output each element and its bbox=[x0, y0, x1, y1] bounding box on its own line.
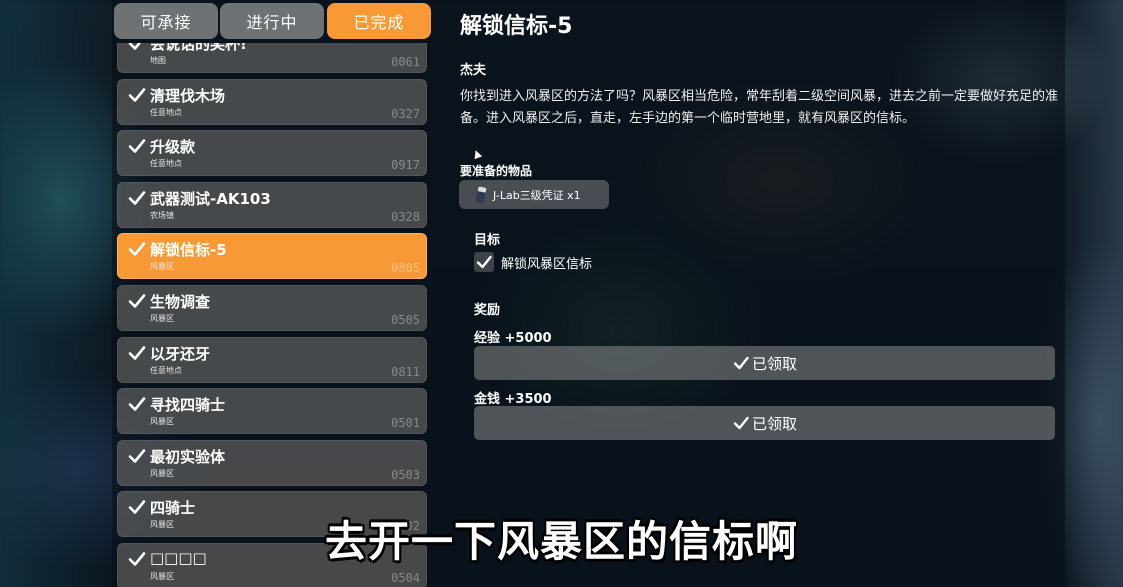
quest-location: 风暴区 bbox=[150, 468, 174, 478]
quest-number: 0505 bbox=[391, 313, 420, 327]
quest-name: 生物调查 bbox=[150, 293, 211, 311]
quest-list-item[interactable]: 会说话的奖杯! 地图 0061 bbox=[117, 43, 427, 73]
quest-list-item[interactable]: 以牙还牙任意地点 0811 bbox=[117, 336, 427, 383]
required-items-label: 要准备的物品 bbox=[460, 164, 533, 178]
quest-number: 0805 bbox=[391, 261, 420, 276]
required-item[interactable]: J-Lab三级凭证 x1 bbox=[459, 180, 609, 209]
quest-number: 0811 bbox=[391, 364, 420, 379]
quest-location: 任意地点 bbox=[150, 107, 182, 117]
quest-title: 解锁信标-5 bbox=[460, 14, 573, 39]
quest-description: 你找到进入风暴区的方法了吗？风暴区相当危险，常年刮着二级空间风暴，进去之前一定要… bbox=[460, 89, 1059, 126]
quest-list-item[interactable]: 最初实验体风暴区 0503 bbox=[117, 439, 427, 486]
claim-exp-button[interactable]: 已领取 bbox=[474, 346, 1055, 380]
quest-location: 任意地点 bbox=[150, 159, 182, 169]
quest-location: 地图 bbox=[150, 56, 166, 65]
tab-completed[interactable]: 已完成 bbox=[327, 3, 431, 39]
check-icon bbox=[128, 242, 146, 257]
check-icon bbox=[128, 345, 146, 360]
objective-text: 解锁风暴区信标 bbox=[501, 256, 593, 272]
quest-location: 风暴区 bbox=[150, 572, 174, 581]
quest-list-item[interactable]: 升级款任意地点 0917 bbox=[117, 130, 427, 177]
objective: 解锁风暴区信标 bbox=[474, 252, 592, 272]
quest-number: 0061 bbox=[391, 55, 420, 69]
quest-name: 清理伐木场 bbox=[150, 86, 226, 105]
claim-money-label: 已领取 bbox=[751, 414, 797, 433]
quest-name: 升级款 bbox=[150, 138, 196, 157]
quest-name: 武器测试-AK103 bbox=[150, 189, 271, 208]
quest-location: 风暴区 bbox=[150, 262, 174, 272]
quest-number: 0501 bbox=[391, 416, 420, 431]
check-icon bbox=[128, 190, 146, 205]
reward-money: 金钱 +3500 bbox=[474, 392, 552, 407]
check-icon bbox=[128, 397, 146, 411]
quest-number: 0503 bbox=[391, 467, 420, 482]
quest-number: 0327 bbox=[391, 106, 420, 121]
quest-list-item[interactable]: 解锁信标-5 风暴区 0805 bbox=[117, 233, 427, 280]
quest-location: 风暴区 bbox=[150, 314, 174, 323]
check-icon bbox=[733, 416, 749, 430]
reward-exp: 经验 +5000 bbox=[474, 331, 552, 346]
reward-label: 奖励 bbox=[474, 303, 501, 318]
quest-number: 0917 bbox=[391, 158, 420, 173]
quest-name: 解锁信标-5 bbox=[150, 241, 227, 260]
objective-label: 目标 bbox=[474, 233, 501, 248]
check-icon bbox=[733, 356, 749, 370]
background-right-shade bbox=[1063, 0, 1123, 587]
claim-money-button[interactable]: 已领取 bbox=[474, 406, 1055, 440]
quest-name: 会说话的奖杯! bbox=[150, 43, 247, 53]
quest-list-item[interactable]: 生物调查风暴区 0505 bbox=[117, 285, 427, 331]
video-subtitle: 去开一下风暴区的信标啊 bbox=[324, 517, 798, 566]
check-icon bbox=[476, 255, 492, 269]
objective-checkbox bbox=[474, 252, 494, 272]
quest-list-item[interactable]: 寻找四骑士风暴区 0501 bbox=[117, 388, 427, 435]
background-left-shade bbox=[0, 0, 112, 587]
check-icon bbox=[128, 448, 146, 463]
check-icon bbox=[128, 87, 146, 102]
quest-name: 以牙还牙 bbox=[150, 344, 211, 363]
required-item-label: J-Lab三级凭证 x1 bbox=[493, 188, 581, 202]
tab-available[interactable]: 可承接 bbox=[114, 3, 218, 39]
quest-name: 寻找四骑士 bbox=[150, 396, 226, 415]
quest-location: 任意地点 bbox=[150, 365, 182, 375]
quest-giver: 杰夫 bbox=[460, 63, 487, 78]
claim-exp-label: 已领取 bbox=[751, 354, 797, 373]
quest-name: 最初实验体 bbox=[150, 447, 226, 466]
quest-number: 0504 bbox=[391, 571, 420, 585]
check-icon bbox=[128, 294, 146, 308]
quest-number: 0328 bbox=[391, 209, 420, 224]
tab-in-progress[interactable]: 进行中 bbox=[220, 3, 324, 39]
check-icon bbox=[128, 139, 146, 153]
quest-list[interactable]: 会说话的奖杯! 地图 0061 清理伐木场 任意地点 0327 升级款 任意地点 0917 武器测… bbox=[117, 43, 427, 587]
item-icon bbox=[475, 185, 487, 204]
quest-location: 风暴区 bbox=[150, 417, 174, 427]
quest-list-item[interactable]: 武器测试-AK103 农场镇 0328 bbox=[117, 181, 427, 228]
quest-list-item[interactable]: 清理伐木场任意地点 0327 bbox=[117, 78, 427, 125]
quest-location: 农场镇 bbox=[150, 210, 174, 220]
check-icon bbox=[128, 43, 142, 50]
